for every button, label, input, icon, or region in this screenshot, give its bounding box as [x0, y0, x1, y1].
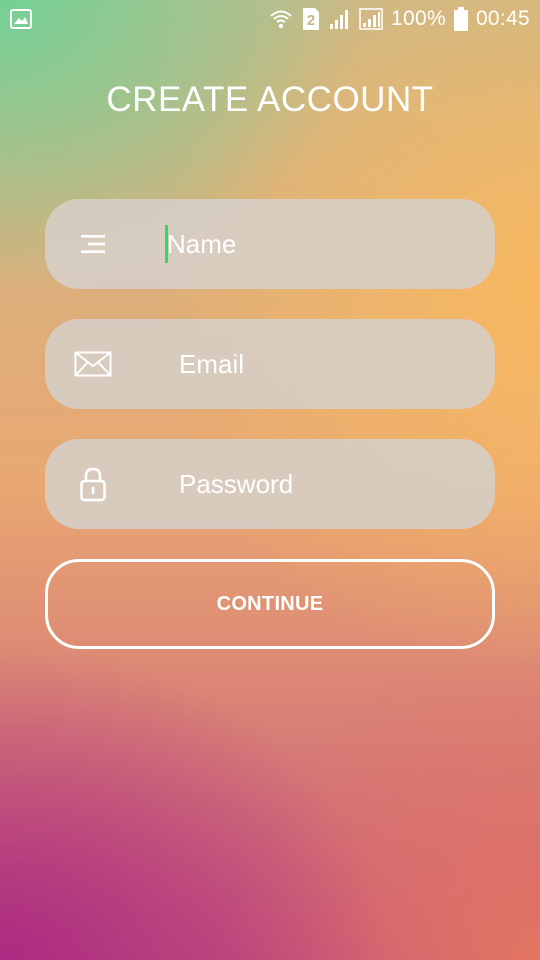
lock-icon [73, 439, 113, 529]
name-input[interactable] [167, 199, 507, 289]
page-title: CREATE ACCOUNT [106, 80, 434, 119]
name-lines-icon [73, 199, 113, 289]
password-field[interactable] [45, 439, 519, 529]
status-right: 2 100% 00:45 [269, 7, 530, 31]
clock: 00:45 [475, 7, 530, 30]
name-field[interactable] [45, 199, 507, 289]
continue-button[interactable]: CONTINUE [45, 559, 495, 649]
envelope-icon [73, 319, 113, 409]
status-left [10, 9, 32, 29]
password-input[interactable] [179, 439, 519, 529]
signal-icon [329, 8, 351, 30]
email-input[interactable] [179, 319, 519, 409]
signal-box-icon [359, 8, 383, 30]
email-field[interactable] [45, 319, 519, 409]
status-bar: 2 100% 00:45 [0, 0, 540, 38]
sim-badge-text: 2 [307, 12, 315, 29]
battery-percent: 100% [391, 7, 446, 30]
battery-icon [453, 7, 468, 31]
wifi-icon [269, 8, 293, 30]
sim-2-icon: 2 [301, 7, 321, 31]
gallery-notification-icon [10, 9, 32, 29]
